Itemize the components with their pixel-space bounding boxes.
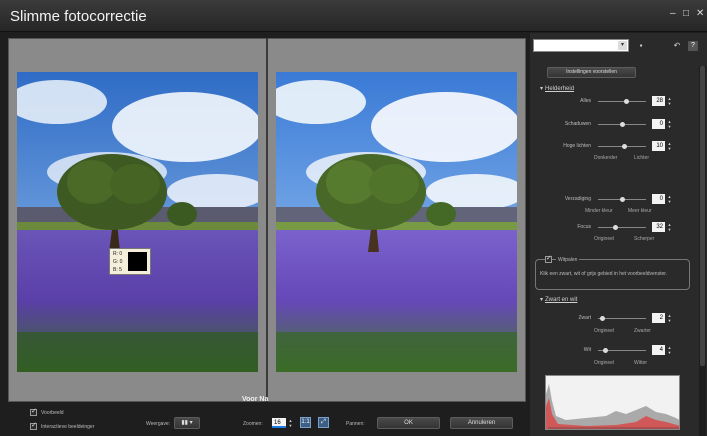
- helderheid-section-header[interactable]: Helderheid: [540, 85, 574, 92]
- pixel-r-value: R: 0: [113, 251, 123, 257]
- focus-stepper[interactable]: ▲ ▼: [667, 222, 672, 232]
- verzadiging-hint-right: Meer kleur: [628, 208, 652, 214]
- alles-slider-thumb[interactable]: [624, 99, 629, 104]
- zoom-input[interactable]: 16: [272, 418, 286, 428]
- help-icon[interactable]: ?: [688, 41, 698, 51]
- zwart-en-wit-section-header[interactable]: Zwart en wit: [540, 296, 577, 303]
- wit-slider-thumb[interactable]: [603, 348, 608, 353]
- pixel-g-value: G: 0: [113, 259, 123, 265]
- zoomen-label: Zoomen:: [243, 421, 263, 427]
- hoge-lichten-stepper[interactable]: ▲ ▼: [667, 141, 672, 151]
- focus-hint-left: Origineel: [594, 236, 615, 242]
- hoge-lichten-value-input[interactable]: 10: [652, 141, 665, 151]
- zoom-stepper[interactable]: ▲ ▼: [288, 418, 293, 428]
- zwart-hint-left: Origineel: [594, 328, 615, 334]
- reset-icon[interactable]: ↶: [672, 41, 682, 51]
- panel-scrollbar-thumb[interactable]: [700, 66, 705, 366]
- wit-label: Wit: [583, 347, 591, 353]
- preset-dropdown[interactable]: ▾: [533, 39, 629, 52]
- alles-stepper[interactable]: ▲ ▼: [667, 96, 672, 106]
- actual-size-icon[interactable]: 1:1: [300, 417, 311, 428]
- split-view-icon: ▮▮ ▾: [181, 420, 193, 426]
- schaduwen-slider-thumb[interactable]: [620, 122, 625, 127]
- alles-slider-track[interactable]: [598, 101, 646, 102]
- panel-scrollbar[interactable]: [699, 66, 706, 436]
- pixel-color-swatch: [128, 252, 147, 271]
- before-preview-image[interactable]: [17, 72, 258, 372]
- focus-slider-track[interactable]: [598, 227, 646, 228]
- verzadiging-slider-thumb[interactable]: [620, 197, 625, 202]
- pixel-b-value: B: 5: [113, 267, 122, 273]
- alles-label: Alles: [580, 98, 591, 104]
- histogram: [545, 375, 680, 430]
- verzadiging-value-input[interactable]: 0: [652, 194, 665, 204]
- hoge-lichten-label: Hoge lichten: [563, 143, 591, 149]
- view-mode-button[interactable]: ▮▮ ▾: [174, 417, 200, 429]
- focus-hint-right: Scherper: [634, 236, 655, 242]
- wit-hint-left: Origineel: [594, 360, 615, 366]
- helderheid-hint-right: Lichter: [634, 155, 650, 161]
- suggest-settings-button[interactable]: Instellingen voorstellen: [547, 67, 636, 78]
- hoge-lichten-slider-thumb[interactable]: [622, 144, 627, 149]
- chevron-down-icon: ▾: [618, 41, 627, 50]
- voorbeeld-checkbox[interactable]: [30, 407, 37, 416]
- focus-label: Focus: [577, 224, 591, 230]
- zwart-slider-thumb[interactable]: [600, 316, 605, 321]
- zwart-value-input[interactable]: 2: [652, 313, 665, 323]
- title-bar: Slimme fotocorrectie – □ ✕: [0, 0, 707, 32]
- schaduwen-label: Schaduwen: [564, 121, 591, 127]
- witpalen-checkbox[interactable]: [545, 254, 552, 263]
- wit-stepper[interactable]: ▲ ▼: [667, 345, 672, 355]
- verzadiging-stepper[interactable]: ▲ ▼: [667, 194, 672, 204]
- before-after-labels: Voor Na: [242, 396, 268, 403]
- pannen-label: Pannen:: [346, 421, 365, 427]
- wit-hint-right: Witter: [634, 360, 648, 366]
- annuleren-button[interactable]: Annuleren: [450, 417, 513, 429]
- after-preview-image[interactable]: [276, 72, 517, 372]
- zwart-stepper[interactable]: ▲ ▼: [667, 313, 672, 323]
- before-label: Voor: [242, 396, 258, 403]
- focus-value-input[interactable]: 32: [652, 222, 665, 232]
- minimize-icon[interactable]: –: [670, 8, 676, 20]
- preview-divider[interactable]: [266, 38, 268, 402]
- window-title: Slimme fotocorrectie: [10, 8, 147, 25]
- zwart-slider-track[interactable]: [598, 318, 646, 319]
- close-icon[interactable]: ✕: [696, 8, 704, 20]
- focus-slider-thumb[interactable]: [613, 225, 618, 230]
- save-preset-icon[interactable]: ▪: [636, 41, 646, 51]
- after-label: Na: [259, 396, 269, 403]
- interactive-cursor-label: Interactieve beeldeinger: [41, 424, 95, 430]
- fit-to-window-icon[interactable]: ⤢: [318, 417, 329, 428]
- maximize-icon[interactable]: □: [683, 8, 689, 20]
- weergave-label: Weergave:: [146, 421, 171, 427]
- wit-value-input[interactable]: 4: [652, 345, 665, 355]
- witpalen-info-text: Klik een zwart, wit of grijs gebied in h…: [540, 271, 668, 277]
- schaduwen-stepper[interactable]: ▲ ▼: [667, 119, 672, 129]
- zwart-hint-right: Zwarter: [634, 328, 651, 334]
- schaduwen-value-input[interactable]: 0: [652, 119, 665, 129]
- voorbeeld-label: Voorbeeld: [41, 410, 64, 416]
- interactive-cursor-checkbox[interactable]: [30, 421, 37, 430]
- zwart-label: Zwart: [578, 315, 592, 321]
- verzadiging-label: Verzadiging: [564, 196, 591, 202]
- verzadiging-hint-left: Minder kleur: [585, 208, 613, 214]
- helderheid-hint-left: Donkerder: [594, 155, 618, 161]
- pixel-readout: R: 0 G: 0 B: 5: [109, 248, 151, 275]
- alles-value-input[interactable]: 28: [652, 96, 665, 106]
- witpalen-label: Witpalen: [556, 257, 580, 263]
- ok-button[interactable]: OK: [377, 417, 440, 429]
